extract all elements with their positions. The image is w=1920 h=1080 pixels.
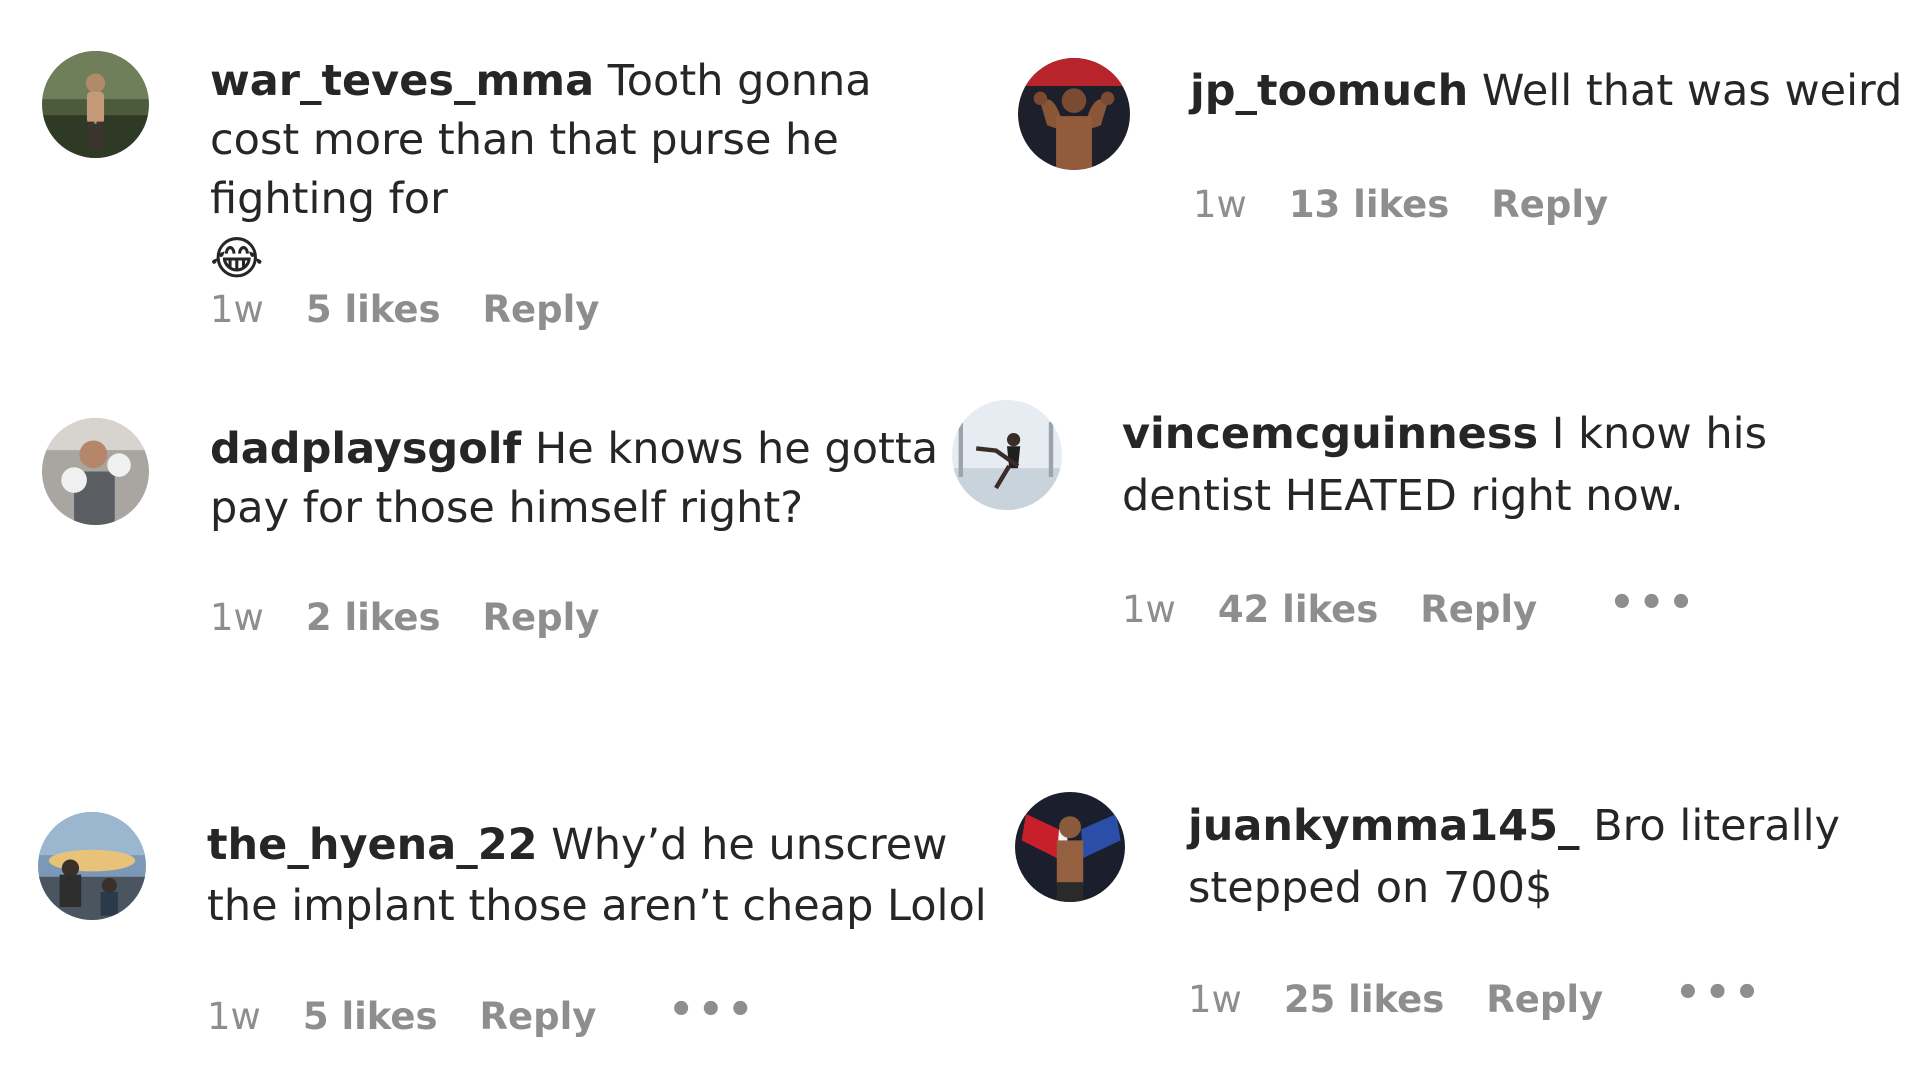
laughing-emoji: 😂: [210, 231, 264, 285]
avatar[interactable]: [38, 812, 146, 920]
username[interactable]: vincemcguinness: [1122, 409, 1538, 459]
avatar[interactable]: [952, 400, 1062, 510]
username[interactable]: war_teves_mma: [210, 56, 594, 106]
reply-button[interactable]: Reply: [1486, 978, 1603, 1021]
avatar-image: [42, 51, 149, 158]
timestamp[interactable]: 1w: [1188, 978, 1242, 1021]
likes-count[interactable]: 42 likes: [1218, 588, 1378, 631]
username[interactable]: dadplaysgolf: [210, 424, 521, 474]
avatar[interactable]: [1015, 792, 1125, 902]
more-options-icon[interactable]: •••: [1675, 970, 1764, 1016]
likes-count[interactable]: 2 likes: [306, 596, 441, 639]
comment-meta: 1w 5 likes Reply: [210, 288, 599, 331]
more-options-icon[interactable]: •••: [668, 987, 757, 1033]
timestamp[interactable]: 1w: [207, 995, 261, 1038]
timestamp[interactable]: 1w: [210, 596, 264, 639]
timestamp[interactable]: 1w: [1122, 588, 1176, 631]
likes-count[interactable]: 13 likes: [1289, 183, 1449, 226]
avatar-image: [952, 400, 1062, 510]
reply-button[interactable]: Reply: [1420, 588, 1537, 631]
reply-button[interactable]: Reply: [483, 596, 600, 639]
timestamp[interactable]: 1w: [1193, 183, 1247, 226]
avatar-image: [1018, 58, 1130, 170]
reply-button[interactable]: Reply: [1491, 183, 1608, 226]
timestamp[interactable]: 1w: [210, 288, 264, 331]
comment-meta: 1w 2 likes Reply: [210, 596, 599, 639]
more-options-icon[interactable]: •••: [1609, 580, 1698, 626]
reply-button[interactable]: Reply: [480, 995, 597, 1038]
comment-text: Well that was weird: [1481, 66, 1903, 116]
comment-meta: 1w 42 likes Reply •••: [1122, 580, 1698, 632]
username[interactable]: juankymma145_: [1188, 801, 1580, 851]
likes-count[interactable]: 25 likes: [1284, 978, 1444, 1021]
username[interactable]: the_hyena_22: [207, 820, 538, 870]
avatar[interactable]: [42, 418, 149, 525]
comment-meta: 1w 13 likes Reply: [1193, 183, 1608, 226]
likes-count[interactable]: 5 likes: [303, 995, 438, 1038]
comment-meta: 1w 5 likes Reply •••: [207, 987, 757, 1039]
username[interactable]: jp_toomuch: [1190, 66, 1468, 116]
likes-count[interactable]: 5 likes: [306, 288, 441, 331]
avatar[interactable]: [42, 51, 149, 158]
avatar[interactable]: [1018, 58, 1130, 170]
avatar-image: [38, 812, 146, 920]
reply-button[interactable]: Reply: [483, 288, 600, 331]
avatar-image: [1015, 792, 1125, 902]
avatar-image: [42, 418, 149, 525]
comment-meta: 1w 25 likes Reply •••: [1188, 970, 1764, 1022]
